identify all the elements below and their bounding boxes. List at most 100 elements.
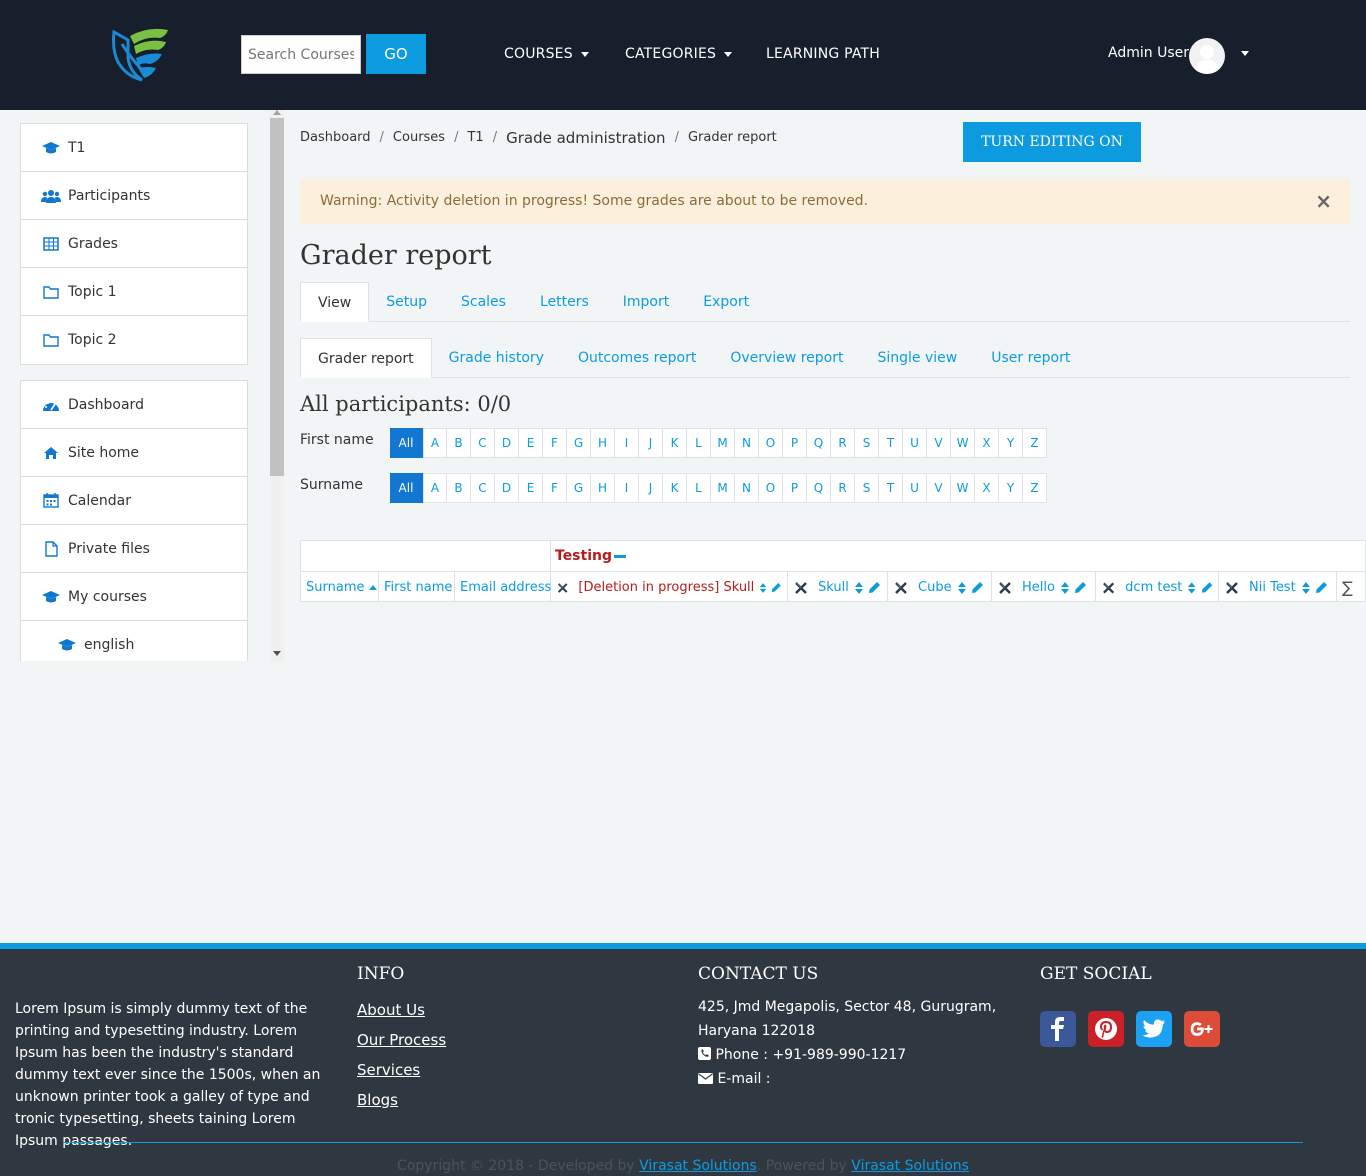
scroll-up-arrow-icon[interactable] xyxy=(273,110,281,115)
sidebar-item-t1[interactable]: T1 xyxy=(21,124,247,172)
pencil-icon[interactable] xyxy=(771,581,782,594)
breadcrumb-t1[interactable]: T1 xyxy=(467,130,483,147)
sidebar-item-calendar[interactable]: Calendar xyxy=(21,477,247,525)
pencil-icon[interactable] xyxy=(868,581,881,594)
turn-editing-on-button[interactable]: TURN EDITING ON xyxy=(963,122,1141,162)
grade-item-label[interactable]: Cube xyxy=(918,580,952,595)
user-menu-caret-icon[interactable] xyxy=(1241,51,1249,56)
surname-letter-i[interactable]: I xyxy=(615,473,639,503)
grade-item-label[interactable]: Nii Test xyxy=(1249,580,1296,595)
tab-setup[interactable]: Setup xyxy=(369,282,444,322)
category-testing[interactable]: Testing xyxy=(555,548,626,564)
grade-item-column[interactable]: Nii Test xyxy=(1219,572,1337,601)
footer-link-our-process[interactable]: Our Process xyxy=(357,1031,446,1049)
first-name-letter-f[interactable]: F xyxy=(543,428,567,458)
developer-link[interactable]: Virasat Solutions xyxy=(639,1158,757,1174)
first-name-letter-t[interactable]: T xyxy=(879,428,903,458)
pinterest-icon[interactable] xyxy=(1088,1011,1124,1047)
first-name-letter-r[interactable]: R xyxy=(831,428,855,458)
search-go-button[interactable]: GO xyxy=(366,34,426,74)
sidebar-scrollbar[interactable] xyxy=(270,110,284,662)
tab-grader-report[interactable]: Grader report xyxy=(300,338,432,378)
sidebar-item-english[interactable]: english xyxy=(21,621,247,661)
sort-updown-icon[interactable] xyxy=(1060,581,1070,595)
first-name-letter-d[interactable]: D xyxy=(495,428,519,458)
breadcrumb-dashboard[interactable]: Dashboard xyxy=(300,130,371,147)
tab-scales[interactable]: Scales xyxy=(444,282,523,322)
grade-item-label[interactable]: Skull xyxy=(818,580,849,595)
first-name-letter-x[interactable]: X xyxy=(975,428,999,458)
footer-link-blogs[interactable]: Blogs xyxy=(357,1091,398,1109)
surname-letter-all[interactable]: All xyxy=(390,473,423,503)
first-name-letter-s[interactable]: S xyxy=(855,428,879,458)
surname-letter-v[interactable]: V xyxy=(927,473,951,503)
first-name-letter-h[interactable]: H xyxy=(591,428,615,458)
first-name-letter-u[interactable]: U xyxy=(903,428,927,458)
search-courses-input[interactable] xyxy=(241,35,361,74)
twitter-icon[interactable] xyxy=(1136,1011,1172,1047)
column-first-name[interactable]: First name xyxy=(379,572,455,601)
tab-single-view[interactable]: Single view xyxy=(860,338,974,378)
nav-learning-path[interactable]: LEARNING PATH xyxy=(766,46,880,62)
breadcrumb-courses[interactable]: Courses xyxy=(393,130,445,147)
first-name-letter-b[interactable]: B xyxy=(447,428,471,458)
nav-categories[interactable]: CATEGORIES xyxy=(625,46,733,62)
grade-item-column[interactable]: Skull xyxy=(788,572,888,601)
grade-item-column[interactable]: [Deletion in progress] Skull xyxy=(551,572,788,601)
footer-link-about-us[interactable]: About Us xyxy=(357,1001,425,1019)
nav-courses[interactable]: COURSES xyxy=(504,46,589,62)
first-name-letter-g[interactable]: G xyxy=(567,428,591,458)
sidebar-item-topic-2[interactable]: Topic 2 xyxy=(21,316,247,364)
surname-letter-q[interactable]: Q xyxy=(807,473,831,503)
pencil-icon[interactable] xyxy=(1315,581,1328,594)
tab-grade-history[interactable]: Grade history xyxy=(432,338,561,378)
tab-export[interactable]: Export xyxy=(686,282,766,322)
sidebar-item-my-courses[interactable]: My courses xyxy=(21,573,247,621)
breadcrumb-grade-administration[interactable]: Grade administration xyxy=(506,129,665,147)
sidebar-item-dashboard[interactable]: Dashboard xyxy=(21,381,247,429)
surname-letter-g[interactable]: G xyxy=(567,473,591,503)
grade-item-column[interactable]: Cube xyxy=(888,572,992,601)
first-name-letter-v[interactable]: V xyxy=(927,428,951,458)
surname-letter-p[interactable]: P xyxy=(783,473,807,503)
grade-item-column[interactable]: dcm test xyxy=(1096,572,1219,601)
pencil-icon[interactable] xyxy=(1201,581,1213,594)
surname-letter-n[interactable]: N xyxy=(735,473,759,503)
surname-letter-s[interactable]: S xyxy=(855,473,879,503)
tab-import[interactable]: Import xyxy=(606,282,686,322)
surname-letter-m[interactable]: M xyxy=(711,473,735,503)
grade-item-label[interactable]: Hello xyxy=(1022,580,1055,595)
close-icon[interactable]: × xyxy=(1315,179,1332,224)
surname-letter-y[interactable]: Y xyxy=(999,473,1023,503)
tab-letters[interactable]: Letters xyxy=(523,282,606,322)
surname-letter-t[interactable]: T xyxy=(879,473,903,503)
first-name-letter-j[interactable]: J xyxy=(639,428,663,458)
surname-letter-e[interactable]: E xyxy=(519,473,543,503)
surname-letter-f[interactable]: F xyxy=(543,473,567,503)
sort-updown-icon[interactable] xyxy=(1301,581,1311,595)
tab-outcomes-report[interactable]: Outcomes report xyxy=(561,338,713,378)
first-name-letter-all[interactable]: All xyxy=(390,428,423,458)
first-name-letter-p[interactable]: P xyxy=(783,428,807,458)
sidebar-item-topic-1[interactable]: Topic 1 xyxy=(21,268,247,316)
surname-letter-b[interactable]: B xyxy=(447,473,471,503)
tab-user-report[interactable]: User report xyxy=(974,338,1087,378)
surname-letter-d[interactable]: D xyxy=(495,473,519,503)
user-avatar[interactable] xyxy=(1189,38,1225,74)
first-name-letter-i[interactable]: I xyxy=(615,428,639,458)
first-name-letter-l[interactable]: L xyxy=(687,428,711,458)
sidebar-item-private-files[interactable]: Private files xyxy=(21,525,247,573)
grade-item-label[interactable]: dcm test xyxy=(1125,580,1182,595)
surname-letter-o[interactable]: O xyxy=(759,473,783,503)
sidebar-item-participants[interactable]: Participants xyxy=(21,172,247,220)
first-name-letter-e[interactable]: E xyxy=(519,428,543,458)
first-name-letter-o[interactable]: O xyxy=(759,428,783,458)
pencil-icon[interactable] xyxy=(1074,581,1087,594)
first-name-letter-n[interactable]: N xyxy=(735,428,759,458)
user-menu-name[interactable]: Admin User xyxy=(1108,45,1189,61)
surname-letter-c[interactable]: C xyxy=(471,473,495,503)
powered-by-link[interactable]: Virasat Solutions xyxy=(851,1158,969,1174)
first-name-letter-w[interactable]: W xyxy=(951,428,975,458)
first-name-letter-q[interactable]: Q xyxy=(807,428,831,458)
surname-letter-w[interactable]: W xyxy=(951,473,975,503)
